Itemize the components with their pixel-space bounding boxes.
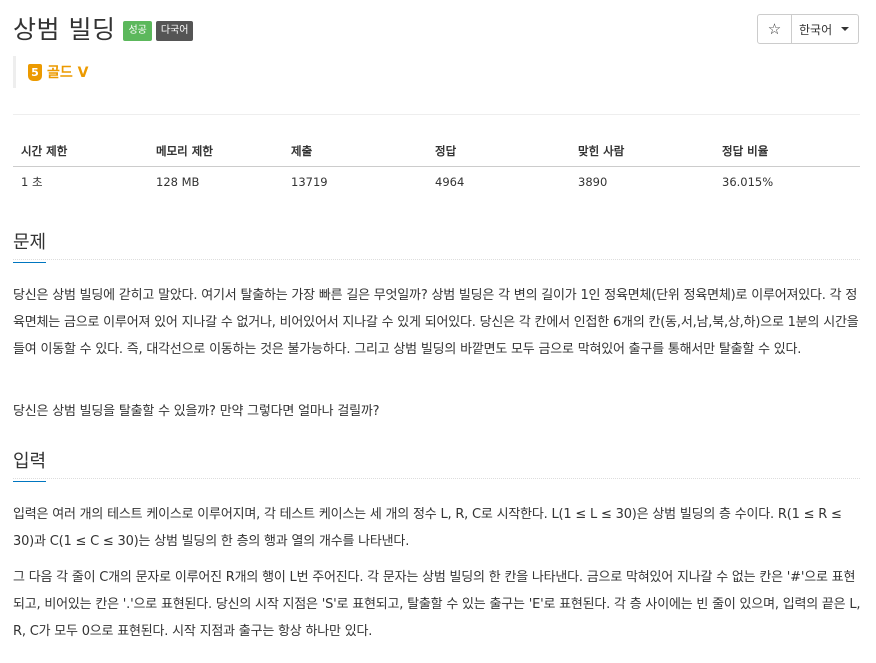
- header-time-limit: 시간 제한: [13, 137, 148, 167]
- problem-paragraph: 당신은 상범 빌딩을 탈출할 수 있을까? 만약 그렇다면 얼마나 걸릴까?: [13, 404, 380, 419]
- cell-memory-limit: 128 MB: [156, 175, 200, 190]
- problem-info-table: 시간 제한 메모리 제한 제출 정답 맞힌 사람 정답 비율 1 초 128 M…: [13, 137, 860, 198]
- problem-section-title: 문제: [13, 228, 47, 263]
- problem-section-header: 문제: [13, 227, 860, 263]
- header-accepted: 정답: [427, 137, 570, 167]
- top-controls: ☆ 한국어: [757, 14, 859, 44]
- divider: [13, 114, 860, 115]
- input-paragraph: 입력은 여러 개의 테스트 케이스로 이루어지며, 각 테스트 케이스는 세 개…: [13, 507, 842, 549]
- header-accept-ratio: 정답 비율: [714, 137, 860, 167]
- caret-down-icon: [841, 27, 850, 31]
- header-solvers: 맞힌 사람: [570, 137, 714, 167]
- header-submissions: 제출: [283, 137, 427, 167]
- table-row: 1 초 128 MB 13719 4964 3890 36.015%: [13, 166, 860, 198]
- cell-accepted[interactable]: 4964: [427, 166, 570, 198]
- title-row: 상범 빌딩 성공 다국어: [13, 10, 194, 46]
- cell-time-limit: 1 초: [21, 175, 43, 190]
- input-paragraph: 그 다음 각 줄이 C개의 문자로 이루어진 R개의 행이 L번 주어진다. 각…: [13, 570, 861, 639]
- page-title: 상범 빌딩: [13, 15, 116, 44]
- star-icon: ☆: [767, 20, 782, 38]
- star-button[interactable]: ☆: [757, 14, 792, 44]
- success-badge: 성공: [123, 21, 152, 41]
- cell-accept-ratio: 36.015%: [722, 175, 774, 190]
- header-memory-limit: 메모리 제한: [148, 137, 283, 167]
- language-select[interactable]: 한국어: [792, 14, 859, 44]
- input-section-header: 입력: [13, 446, 860, 482]
- table-header-row: 시간 제한 메모리 제한 제출 정답 맞힌 사람 정답 비율: [13, 137, 860, 167]
- cell-solvers[interactable]: 3890: [570, 166, 714, 198]
- multilang-badge: 다국어: [155, 21, 194, 41]
- problem-paragraph: 당신은 상범 빌딩에 갇히고 말았다. 여기서 탈출하는 가장 빠른 길은 무엇…: [13, 288, 859, 357]
- tier-icon: 5: [28, 63, 42, 81]
- tier-row: 5 골드 V: [13, 56, 88, 88]
- cell-submissions[interactable]: 13719: [283, 166, 427, 198]
- language-select-label: 한국어: [799, 22, 833, 37]
- input-section-title: 입력: [13, 447, 47, 482]
- tier-label[interactable]: 골드 V: [47, 62, 88, 82]
